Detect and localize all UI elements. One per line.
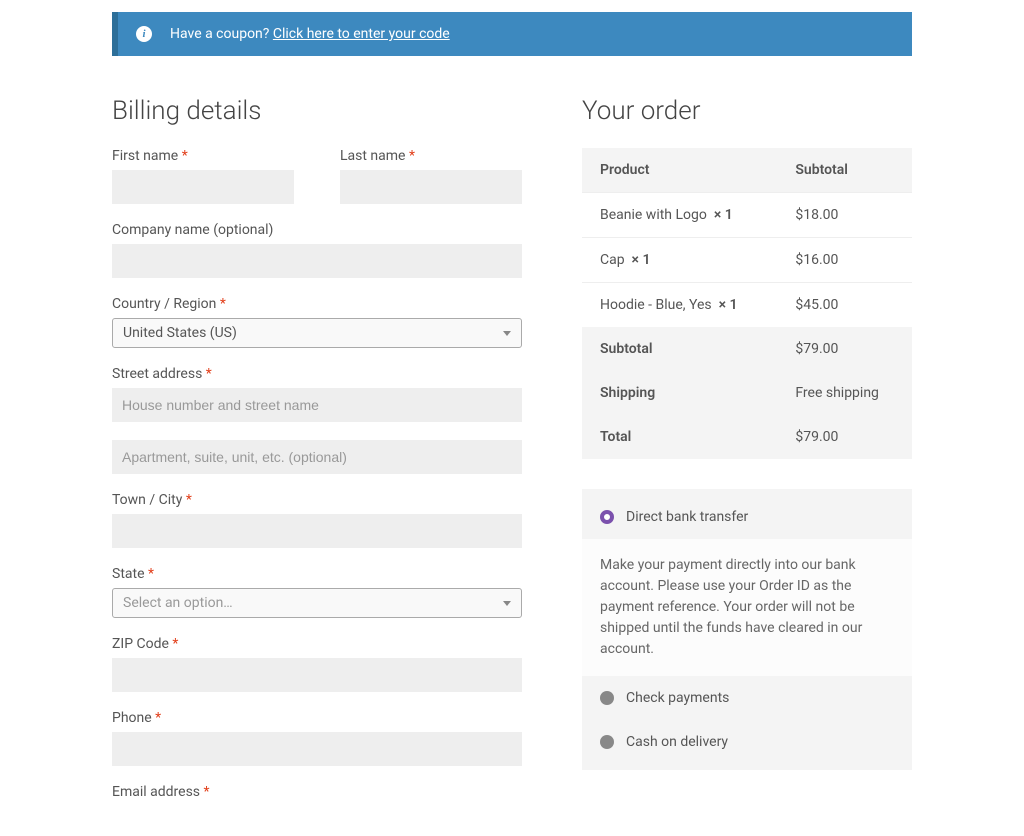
coupon-text: Have a coupon? Click here to enter your … [170,26,450,42]
phone-input[interactable] [112,732,522,766]
total-value: $79.00 [777,415,912,459]
table-row: Cap × 1 $16.00 [582,238,912,283]
th-subtotal: Subtotal [777,148,912,193]
table-row: Hoodie - Blue, Yes × 1 $45.00 [582,283,912,328]
radio-icon [600,691,614,705]
first-name-input[interactable] [112,170,294,204]
payment-check[interactable]: Check payments [582,676,912,720]
street-input-1[interactable] [112,388,522,422]
billing-heading: Billing details [112,96,522,126]
state-label: State * [112,566,522,582]
city-label: Town / City * [112,492,522,508]
th-product: Product [582,148,777,193]
company-label: Company name (optional) [112,222,522,238]
last-name-label: Last name * [340,148,522,164]
radio-selected-icon [600,510,614,524]
order-heading: Your order [582,96,912,126]
coupon-banner: i Have a coupon? Click here to enter you… [112,12,912,56]
first-name-label: First name * [112,148,294,164]
zip-label: ZIP Code * [112,636,522,652]
coupon-link[interactable]: Click here to enter your code [273,26,450,42]
street-input-2[interactable] [112,440,522,474]
billing-section: Billing details First name * Last name *… [112,96,522,806]
payment-cod[interactable]: Cash on delivery [582,720,912,764]
state-select[interactable]: Select an option… [112,588,522,618]
payment-methods: Direct bank transfer Make your payment d… [582,489,912,770]
total-label: Total [582,415,777,459]
table-row: Beanie with Logo × 1 $18.00 [582,193,912,238]
email-label: Email address * [112,784,522,800]
city-input[interactable] [112,514,522,548]
country-select[interactable]: United States (US) [112,318,522,348]
payment-bank-transfer[interactable]: Direct bank transfer [582,495,912,539]
order-table: Product Subtotal Beanie with Logo × 1 $1… [582,148,912,459]
chevron-down-icon [503,601,511,606]
radio-icon [600,735,614,749]
zip-input[interactable] [112,658,522,692]
info-icon: i [136,26,152,42]
shipping-label: Shipping [582,371,777,415]
last-name-input[interactable] [340,170,522,204]
subtotal-value: $79.00 [777,327,912,371]
company-input[interactable] [112,244,522,278]
order-section: Your order Product Subtotal Beanie with … [582,96,912,806]
chevron-down-icon [503,331,511,336]
street-label: Street address * [112,366,522,382]
country-label: Country / Region * [112,296,522,312]
payment-bank-description: Make your payment directly into our bank… [582,539,912,676]
phone-label: Phone * [112,710,522,726]
subtotal-label: Subtotal [582,327,777,371]
shipping-value: Free shipping [777,371,912,415]
